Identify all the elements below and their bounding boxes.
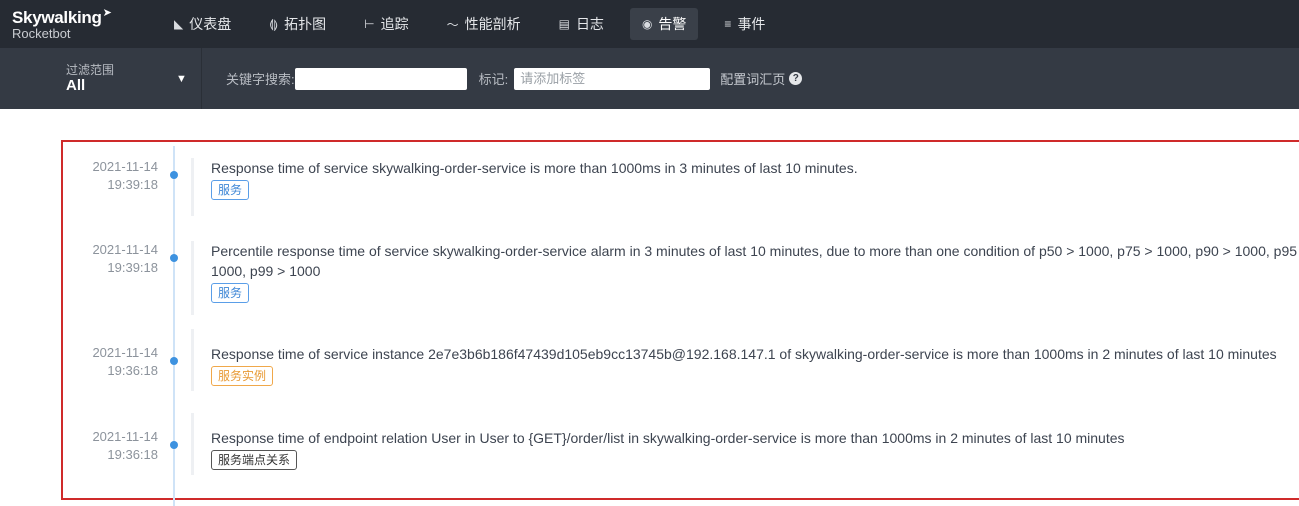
alarm-message: Response time of service instance 2e7e3b… [211, 346, 1277, 362]
nav-label: 事件 [737, 16, 766, 32]
nav-dashboard[interactable]: ◣ 仪表盘 [162, 8, 243, 40]
alarm-time: 19:39:18 [107, 260, 158, 275]
timeline-dot [170, 171, 178, 179]
brand-name: Skywalking [12, 7, 102, 27]
nav-alarm[interactable]: ◉ 告警 [629, 8, 699, 40]
vocab-label: 配置词汇页 [720, 72, 786, 87]
separator [191, 158, 194, 216]
alarm-icon: ◉ [641, 17, 653, 31]
tag-input[interactable] [514, 67, 711, 90]
nav-label: 日志 [575, 16, 604, 32]
separator [191, 241, 194, 315]
alarm-scope-tag: 服务 [211, 283, 250, 303]
alarm-message: Response time of endpoint relation User … [211, 430, 1125, 446]
alarm-message: Percentile response time of service skyw… [211, 243, 1299, 279]
brand-subtitle: Rocketbot [12, 25, 71, 41]
filter-bar: 过滤范围 All ▼ 关键字搜索: 标记: 配置词汇页 ? [0, 48, 1299, 109]
alarm-time: 19:36:18 [107, 363, 158, 378]
nav-event[interactable]: ≡ 事件 [712, 8, 777, 40]
dashboard-icon: ◣ [174, 17, 184, 31]
log-icon: ▤ [558, 17, 570, 31]
app-logo[interactable]: Skywalking ➤ Rocketbot [0, 6, 162, 41]
scope-dropdown[interactable]: 过滤范围 All ▼ [0, 48, 202, 109]
alarm-date: 2021-11-14 [92, 159, 158, 174]
timeline-dot [170, 254, 178, 262]
top-navbar: Skywalking ➤ Rocketbot ◣ 仪表盘 ⟬⟭ 拓扑图 ⊢ 追踪 〜性能… [0, 0, 1299, 48]
nav-topology[interactable]: ⟬⟭ 拓扑图 [257, 8, 338, 40]
scope-label: 过滤范围 [66, 62, 115, 77]
timeline-dot [170, 357, 178, 365]
help-icon[interactable]: ? [789, 72, 803, 85]
logo-swirl-icon: ➤ [102, 6, 112, 19]
event-icon: ≡ [724, 17, 732, 31]
timeline-dot [170, 441, 178, 449]
nav-label: 拓扑图 [284, 16, 327, 32]
profile-icon: 〜 [446, 17, 459, 32]
tag-label: 标记: [478, 72, 509, 87]
alarm-message: Response time of service skywalking-orde… [211, 160, 858, 176]
alarm-list: 2021-11-14 19:39:18 Response time of serv… [61, 140, 1299, 506]
alarm-time: 19:39:18 [107, 177, 158, 192]
nav-label: 仪表盘 [189, 16, 232, 32]
nav-profile[interactable]: 〜性能剖析 [435, 8, 533, 40]
trace-icon: ⊢ [364, 17, 375, 31]
separator [191, 413, 194, 475]
config-vocab-link[interactable]: 配置词汇页 ? [720, 69, 803, 88]
main-nav: ◣ 仪表盘 ⟬⟭ 拓扑图 ⊢ 追踪 〜性能剖析 ▤ 日志 ◉ 告警 ≡ 事件 [162, 0, 791, 48]
separator [191, 329, 194, 391]
nav-label: 性能剖析 [464, 16, 521, 32]
alarm-date: 2021-11-14 [92, 345, 158, 360]
nav-trace[interactable]: ⊢ 追踪 [352, 8, 420, 40]
keyword-label: 关键字搜索: [226, 72, 295, 87]
alarm-scope-tag: 服务端点关系 [211, 450, 298, 470]
topology-icon: ⟬⟭ [269, 16, 279, 31]
nav-label: 追踪 [380, 16, 409, 32]
keyword-search-input[interactable] [294, 67, 467, 90]
timeline-line [173, 146, 175, 506]
chevron-down-icon: ▼ [176, 72, 187, 85]
nav-log[interactable]: ▤ 日志 [547, 8, 616, 40]
alarm-date: 2021-11-14 [92, 429, 158, 444]
alarm-scope-tag: 服务实例 [211, 366, 274, 386]
scope-value: All [66, 76, 86, 94]
nav-label: 告警 [658, 16, 687, 32]
alarm-time: 19:36:18 [107, 447, 158, 462]
alarm-scope-tag: 服务 [211, 180, 250, 200]
alarm-date: 2021-11-14 [92, 242, 158, 257]
